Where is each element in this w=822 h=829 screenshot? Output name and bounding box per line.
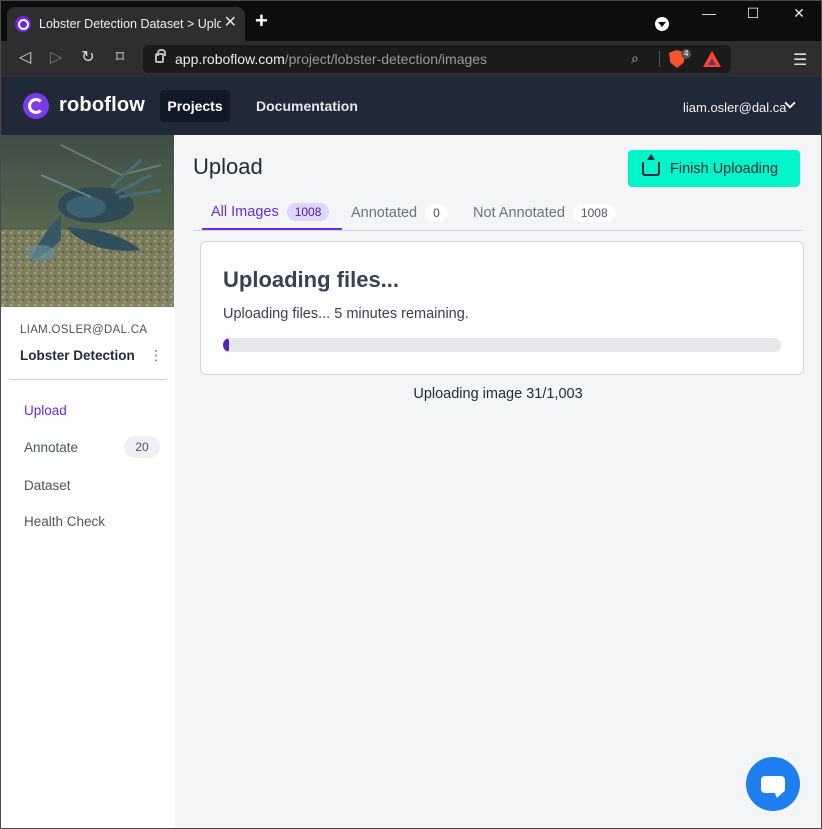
sidebar-item-annotate[interactable]: Annotate: [24, 440, 78, 455]
shields-count-badge: 4: [681, 49, 692, 59]
tab-not-annotated[interactable]: Not Annotated 1008: [473, 195, 616, 230]
nav-projects[interactable]: Projects: [160, 90, 230, 122]
tab-all-images-count: 1008: [286, 202, 330, 221]
bookmark-icon[interactable]: ⌑: [110, 48, 130, 68]
annotate-count-badge: 20: [124, 436, 160, 458]
roboflow-favicon-icon: [15, 16, 31, 32]
chat-support-button[interactable]: [746, 757, 800, 811]
brave-rewards-icon[interactable]: [703, 51, 721, 67]
sidebar: LIAM.OSLER@DAL.CA Lobster Detection ⋮ Up…: [1, 135, 175, 828]
brand-name[interactable]: roboflow: [59, 94, 145, 117]
tab-all-images[interactable]: All Images 1008: [202, 195, 342, 230]
tab-annotated[interactable]: Annotated 0: [351, 195, 448, 230]
upload-status-text: Uploading image 31/1,003: [413, 386, 583, 402]
browser-tab[interactable]: Lobster Detection Dataset > Uplo ✕: [7, 7, 245, 41]
tab-all-images-label: All Images: [211, 203, 279, 220]
chat-bubble-icon: [761, 775, 785, 798]
forward-icon[interactable]: ▷: [46, 48, 66, 68]
close-window-button[interactable]: ✕: [789, 5, 809, 22]
upload-progress-bar: [223, 338, 781, 352]
upload-progress-fill: [223, 338, 229, 352]
browser-menu-icon[interactable]: ☰: [793, 50, 807, 70]
user-menu[interactable]: liam.osler@dal.ca: [683, 100, 787, 115]
sidebar-item-upload[interactable]: Upload: [24, 403, 67, 418]
new-tab-button[interactable]: +: [255, 10, 268, 32]
tab-annotated-label: Annotated: [351, 204, 418, 221]
app-header: roboflow Projects Documentation liam.osl…: [1, 77, 821, 135]
roboflow-logo-icon[interactable]: [23, 93, 49, 119]
toolbar-separator: [659, 51, 660, 67]
tab-close-icon[interactable]: ✕: [224, 15, 237, 31]
url-text[interactable]: app.roboflow.com/project/lobster-detecti…: [175, 51, 487, 67]
upload-card-subtitle: Uploading files... 5 minutes remaining.: [223, 306, 469, 322]
zoom-icon[interactable]: ⌕: [631, 50, 639, 67]
browser-toolbar: ◁ ▷ ↻ ⌑ app.roboflow.com/project/lobster…: [1, 41, 821, 77]
upload-progress-card: Uploading files... Uploading files... 5 …: [200, 241, 804, 375]
project-name[interactable]: Lobster Detection: [20, 348, 135, 363]
sidebar-item-health-check[interactable]: Health Check: [24, 514, 105, 529]
minimize-button[interactable]: —: [699, 5, 719, 21]
tab-search-icon[interactable]: [655, 17, 669, 31]
sidebar-divider: [9, 379, 167, 380]
sidebar-item-dataset[interactable]: Dataset: [24, 478, 71, 493]
browser-window: Lobster Detection Dataset > Uplo ✕ + — ☐…: [0, 0, 822, 829]
maximize-button[interactable]: ☐: [743, 5, 763, 22]
kebab-menu-icon[interactable]: ⋮: [149, 348, 163, 364]
image-filter-tabs: All Images 1008 Annotated 0 Not Annotate…: [193, 195, 803, 231]
tab-not-annotated-label: Not Annotated: [473, 204, 565, 221]
upload-card-title: Uploading files...: [223, 267, 400, 292]
reload-icon[interactable]: ↻: [78, 48, 98, 68]
nav-documentation[interactable]: Documentation: [256, 98, 358, 114]
tab-annotated-count: 0: [425, 203, 448, 222]
back-icon[interactable]: ◁: [15, 48, 35, 68]
project-thumbnail: [1, 135, 174, 307]
tab-not-annotated-count: 1008: [572, 203, 616, 222]
address-bar[interactable]: app.roboflow.com/project/lobster-detecti…: [143, 45, 731, 73]
project-owner: LIAM.OSLER@DAL.CA: [20, 324, 148, 336]
finish-uploading-button[interactable]: Finish Uploading: [628, 150, 800, 187]
lock-icon[interactable]: [155, 49, 166, 63]
tab-title: Lobster Detection Dataset > Uplo: [39, 17, 221, 31]
page-title: Upload: [193, 154, 263, 179]
browser-tab-strip: Lobster Detection Dataset > Uplo ✕ + — ☐…: [1, 1, 821, 41]
upload-icon: [642, 153, 660, 176]
finish-uploading-label: Finish Uploading: [670, 160, 779, 177]
